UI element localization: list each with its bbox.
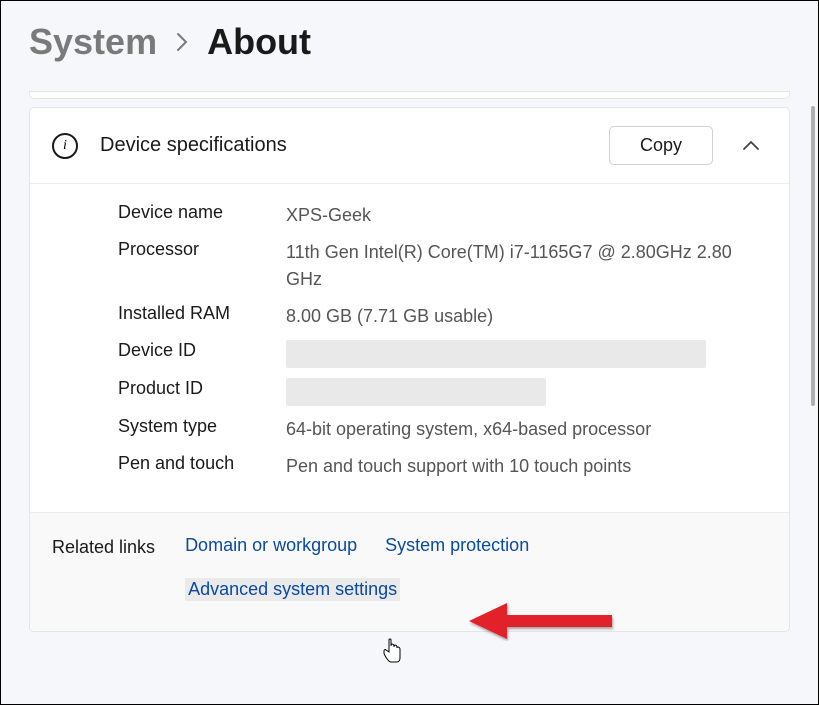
spec-value: 8.00 GB (7.71 GB usable) [286, 303, 513, 330]
copy-button[interactable]: Copy [609, 126, 713, 165]
panel-header[interactable]: i Device specifications Copy [30, 108, 789, 184]
breadcrumb-current: About [207, 21, 311, 63]
spec-value: Pen and touch support with 10 touch poin… [286, 453, 651, 480]
spec-label: Device ID [118, 340, 286, 361]
link-system-protection[interactable]: System protection [385, 535, 529, 556]
link-advanced-system-settings[interactable]: Advanced system settings [185, 578, 400, 601]
spec-row-ram: Installed RAM 8.00 GB (7.71 GB usable) [118, 303, 767, 330]
chevron-right-icon [175, 32, 189, 52]
spec-label: Product ID [118, 378, 286, 399]
breadcrumb-parent[interactable]: System [29, 21, 157, 63]
spec-value: XPS-Geek [286, 202, 391, 229]
chevron-up-icon[interactable] [735, 140, 767, 152]
related-links-section: Related links Domain or workgroup System… [30, 512, 789, 631]
link-domain-workgroup[interactable]: Domain or workgroup [185, 535, 357, 556]
spec-row-pen-touch: Pen and touch Pen and touch support with… [118, 453, 767, 480]
specs-list: Device name XPS-Geek Processor 11th Gen … [30, 184, 789, 512]
related-links-label: Related links [52, 535, 155, 558]
spec-label: Device name [118, 202, 286, 223]
spec-label: Pen and touch [118, 453, 286, 474]
spec-row-processor: Processor 11th Gen Intel(R) Core(TM) i7-… [118, 239, 767, 293]
device-specifications-panel: i Device specifications Copy Device name… [29, 107, 790, 632]
spec-label: Processor [118, 239, 286, 260]
spec-row-system-type: System type 64-bit operating system, x64… [118, 416, 767, 443]
redacted-value [286, 378, 546, 406]
breadcrumb: System About [29, 21, 790, 63]
panel-title: Device specifications [100, 134, 587, 157]
spec-value: 11th Gen Intel(R) Core(TM) i7-1165G7 @ 2… [286, 239, 767, 293]
redacted-value [286, 340, 706, 368]
spec-row-device-id: Device ID [118, 340, 767, 368]
spec-label: Installed RAM [118, 303, 286, 324]
info-icon: i [52, 133, 78, 159]
spec-value: 64-bit operating system, x64-based proce… [286, 416, 671, 443]
spec-row-product-id: Product ID [118, 378, 767, 406]
spec-label: System type [118, 416, 286, 437]
spec-row-device-name: Device name XPS-Geek [118, 202, 767, 229]
scrollbar[interactable] [811, 106, 815, 406]
collapsed-panel-edge [29, 91, 790, 99]
